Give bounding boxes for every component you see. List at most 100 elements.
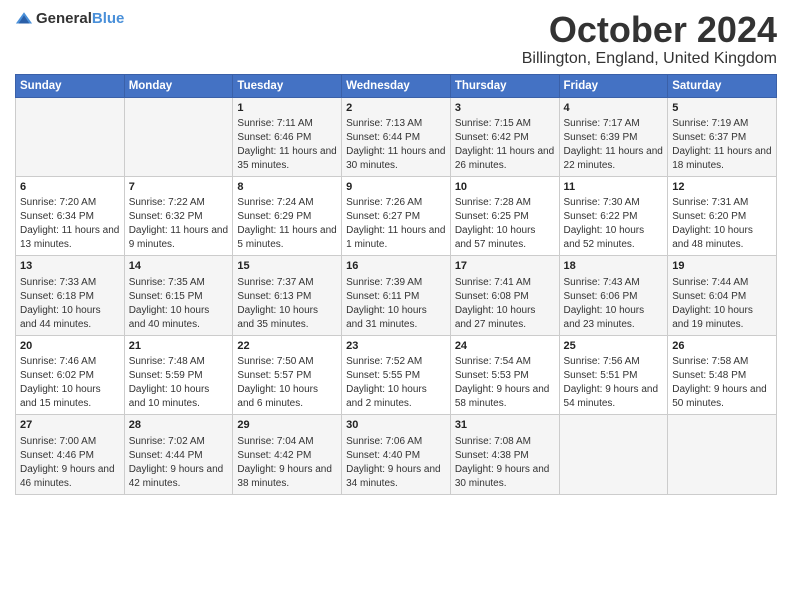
day-detail: Sunrise: 7:52 AMSunset: 5:55 PMDaylight:… <box>346 355 446 411</box>
day-number: 28 <box>129 418 229 433</box>
day-number: 12 <box>672 180 772 195</box>
day-cell: 9Sunrise: 7:26 AMSunset: 6:27 PMDaylight… <box>342 176 451 255</box>
day-number: 9 <box>346 180 446 195</box>
logo-icon <box>15 10 33 28</box>
header-cell-monday: Monday <box>124 74 233 97</box>
sunset-text: Sunset: 5:48 PM <box>672 369 772 383</box>
header-cell-saturday: Saturday <box>668 74 777 97</box>
daylight-text: Daylight: 10 hours and 40 minutes. <box>129 304 229 332</box>
day-detail: Sunrise: 7:58 AMSunset: 5:48 PMDaylight:… <box>672 355 772 411</box>
day-number: 30 <box>346 418 446 433</box>
sunrise-text: Sunrise: 7:39 AM <box>346 276 446 290</box>
week-row-3: 13Sunrise: 7:33 AMSunset: 6:18 PMDayligh… <box>16 256 777 335</box>
day-cell: 16Sunrise: 7:39 AMSunset: 6:11 PMDayligh… <box>342 256 451 335</box>
calendar-header: SundayMondayTuesdayWednesdayThursdayFrid… <box>16 74 777 97</box>
sunrise-text: Sunrise: 7:26 AM <box>346 196 446 210</box>
day-cell: 22Sunrise: 7:50 AMSunset: 5:57 PMDayligh… <box>233 335 342 414</box>
day-cell: 3Sunrise: 7:15 AMSunset: 6:42 PMDaylight… <box>450 97 559 176</box>
day-detail: Sunrise: 7:19 AMSunset: 6:37 PMDaylight:… <box>672 117 772 173</box>
day-detail: Sunrise: 7:31 AMSunset: 6:20 PMDaylight:… <box>672 196 772 252</box>
daylight-text: Daylight: 9 hours and 34 minutes. <box>346 463 446 491</box>
sunrise-text: Sunrise: 7:08 AM <box>455 435 555 449</box>
day-cell <box>124 97 233 176</box>
logo-general: General <box>36 10 92 27</box>
sunset-text: Sunset: 6:29 PM <box>237 210 337 224</box>
page: GeneralBlue October 2024 Billington, Eng… <box>0 0 792 612</box>
day-number: 16 <box>346 259 446 274</box>
day-cell <box>668 415 777 494</box>
day-detail: Sunrise: 7:26 AMSunset: 6:27 PMDaylight:… <box>346 196 446 252</box>
sunrise-text: Sunrise: 7:11 AM <box>237 117 337 131</box>
day-number: 8 <box>237 180 337 195</box>
day-number: 24 <box>455 339 555 354</box>
day-number: 6 <box>20 180 120 195</box>
day-number: 2 <box>346 101 446 116</box>
sunset-text: Sunset: 6:20 PM <box>672 210 772 224</box>
daylight-text: Daylight: 11 hours and 5 minutes. <box>237 224 337 252</box>
day-number: 19 <box>672 259 772 274</box>
sunrise-text: Sunrise: 7:30 AM <box>564 196 664 210</box>
sunrise-text: Sunrise: 7:43 AM <box>564 276 664 290</box>
logo-text: GeneralBlue <box>36 10 124 28</box>
day-cell: 18 Sunrise: 7:43 AMSunset: 6:06 PMDayligh… <box>559 256 668 335</box>
daylight-text: Daylight: 11 hours and 9 minutes. <box>129 224 229 252</box>
day-number: 4 <box>564 101 664 116</box>
day-detail: Sunrise: 7:02 AMSunset: 4:44 PMDaylight:… <box>129 435 229 491</box>
sunrise-text: Sunrise: 7:48 AM <box>129 355 229 369</box>
sunset-text: Sunset: 6:37 PM <box>672 131 772 145</box>
sunset-text: Sunset: 6:25 PM <box>455 210 555 224</box>
sunset-text: Sunset: 6:39 PM <box>564 131 664 145</box>
day-cell: 5Sunrise: 7:19 AMSunset: 6:37 PMDaylight… <box>668 97 777 176</box>
day-cell: 24Sunrise: 7:54 AMSunset: 5:53 PMDayligh… <box>450 335 559 414</box>
day-number: 29 <box>237 418 337 433</box>
day-detail: Sunrise: 7:54 AMSunset: 5:53 PMDaylight:… <box>455 355 555 411</box>
sunrise-text: Sunrise: 7:19 AM <box>672 117 772 131</box>
day-number: 18 <box>564 259 664 274</box>
day-detail: Sunrise: 7:56 AMSunset: 5:51 PMDaylight:… <box>564 355 664 411</box>
day-detail: Sunrise: 7:13 AMSunset: 6:44 PMDaylight:… <box>346 117 446 173</box>
sunset-text: Sunset: 6:22 PM <box>564 210 664 224</box>
sunset-text: Sunset: 6:46 PM <box>237 131 337 145</box>
day-cell: 30 Sunrise: 7:06 AMSunset: 4:40 PMDayligh… <box>342 415 451 494</box>
day-number: 15 <box>237 259 337 274</box>
day-detail: Sunrise: 7:08 AMSunset: 4:38 PMDaylight:… <box>455 435 555 491</box>
sunrise-text: Sunrise: 7:58 AM <box>672 355 772 369</box>
header-cell-tuesday: Tuesday <box>233 74 342 97</box>
day-cell: 21Sunrise: 7:48 AMSunset: 5:59 PMDayligh… <box>124 335 233 414</box>
daylight-text: Daylight: 11 hours and 22 minutes. <box>564 145 664 173</box>
day-detail: Sunrise: 7:50 AMSunset: 5:57 PMDaylight:… <box>237 355 337 411</box>
header-row: SundayMondayTuesdayWednesdayThursdayFrid… <box>16 74 777 97</box>
day-detail: Sunrise: 7:00 AMSunset: 4:46 PMDaylight:… <box>20 435 120 491</box>
header-cell-thursday: Thursday <box>450 74 559 97</box>
sunset-text: Sunset: 6:02 PM <box>20 369 120 383</box>
day-detail: Sunrise: 7:28 AMSunset: 6:25 PMDaylight:… <box>455 196 555 252</box>
day-cell: 12Sunrise: 7:31 AMSunset: 6:20 PMDayligh… <box>668 176 777 255</box>
sunset-text: Sunset: 4:38 PM <box>455 449 555 463</box>
day-detail: Sunrise: 7:06 AMSunset: 4:40 PMDaylight:… <box>346 435 446 491</box>
sunset-text: Sunset: 4:42 PM <box>237 449 337 463</box>
daylight-text: Daylight: 9 hours and 38 minutes. <box>237 463 337 491</box>
day-detail: Sunrise: 7:43 AMSunset: 6:06 PMDaylight:… <box>564 276 664 332</box>
day-number: 1 <box>237 101 337 116</box>
daylight-text: Daylight: 11 hours and 13 minutes. <box>20 224 120 252</box>
sunset-text: Sunset: 6:34 PM <box>20 210 120 224</box>
day-detail: Sunrise: 7:20 AMSunset: 6:34 PMDaylight:… <box>20 196 120 252</box>
sunrise-text: Sunrise: 7:33 AM <box>20 276 120 290</box>
day-cell: 17Sunrise: 7:41 AMSunset: 6:08 PMDayligh… <box>450 256 559 335</box>
sunset-text: Sunset: 6:27 PM <box>346 210 446 224</box>
daylight-text: Daylight: 11 hours and 30 minutes. <box>346 145 446 173</box>
sunset-text: Sunset: 6:13 PM <box>237 290 337 304</box>
sunset-text: Sunset: 6:06 PM <box>564 290 664 304</box>
sunrise-text: Sunrise: 7:52 AM <box>346 355 446 369</box>
daylight-text: Daylight: 10 hours and 52 minutes. <box>564 224 664 252</box>
day-cell: 26Sunrise: 7:58 AMSunset: 5:48 PMDayligh… <box>668 335 777 414</box>
day-number: 10 <box>455 180 555 195</box>
sunrise-text: Sunrise: 7:00 AM <box>20 435 120 449</box>
daylight-text: Daylight: 10 hours and 15 minutes. <box>20 383 120 411</box>
day-detail: Sunrise: 7:48 AMSunset: 5:59 PMDaylight:… <box>129 355 229 411</box>
day-number: 22 <box>237 339 337 354</box>
header-cell-wednesday: Wednesday <box>342 74 451 97</box>
daylight-text: Daylight: 9 hours and 42 minutes. <box>129 463 229 491</box>
day-number: 23 <box>346 339 446 354</box>
sunrise-text: Sunrise: 7:04 AM <box>237 435 337 449</box>
